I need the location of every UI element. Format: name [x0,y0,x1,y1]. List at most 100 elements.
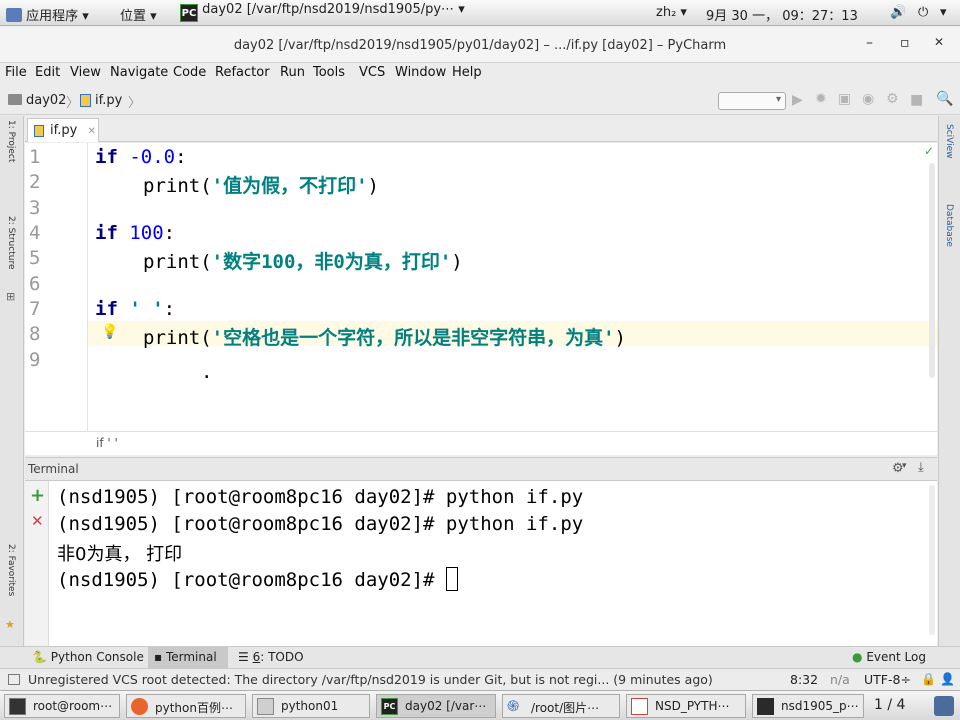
applications-icon [6,8,22,22]
minimize-button[interactable]: – [866,35,873,51]
taskbar-item-files[interactable]: python01 [252,694,370,718]
file-encoding[interactable]: UTF-8÷ [864,672,911,687]
menu-help[interactable]: Help [452,65,482,80]
left-tool-strip: 1: Project 2: Structure ⊞ 2: Favorites ★ [0,116,24,646]
taskbar-item-firefox[interactable]: python百例⋯ [126,694,246,718]
chevron-down-icon: ▾ [680,5,687,20]
event-log-icon: ● [852,650,863,664]
terminal-scrollbar[interactable] [929,485,935,635]
python-console-label: Python Console [50,650,144,664]
menu-refactor[interactable]: Refactor [215,65,270,80]
code-editor[interactable]: 1 2 3 4 5 6 7 8 9 if -0.0: print('值为假，不打… [25,143,937,431]
input-method-indicator[interactable]: zh₂ ▾ [656,5,687,20]
taskbar-item-label: python百例⋯ [155,701,233,715]
breadcrumb-file[interactable]: if.py [95,93,122,108]
menu-navigate[interactable]: Navigate [110,65,168,80]
debug-icon[interactable]: ✹ [815,91,827,107]
editor-tabs: if.py ✕ [25,116,937,142]
clock[interactable]: 9月 30 一， 09：27：13 [706,5,858,24]
lock-icon[interactable]: 🔒 [921,672,936,686]
menu-vcs[interactable]: VCS [359,65,385,80]
menu-run[interactable]: Run [280,65,305,80]
applications-menu[interactable]: 应用程序 ▾ [6,5,89,24]
active-window-menu[interactable]: PC day02 [/var/ftp/nsd2019/nsd1905/py⋯ ▾ [180,2,465,22]
code-line-8: print('空格也是一个字符，所以是非空字符串，为真') [143,323,626,350]
editor-tab-if-py[interactable]: if.py ✕ [27,118,99,142]
workspace-pager[interactable]: 1 / 4 [874,697,905,713]
python-console-tab[interactable]: 🐍 Python Console [26,647,150,668]
todo-tab[interactable]: ☰ 6: TODO [232,647,310,668]
line-number-gutter: 1 2 3 4 5 6 7 8 9 [25,143,88,431]
terminal-line: (nsd1905) [root@room8pc16 day02]# python… [57,486,584,508]
window-title: day02 [/var/ftp/nsd2019/nsd1905/py01/day… [233,38,727,53]
caret-position[interactable]: 8:32 [790,672,818,687]
terminal-title: Terminal [28,462,79,476]
structure-tool-button[interactable]: 2: Structure [6,216,16,270]
status-toggle-icon[interactable] [8,674,20,685]
editor-scrollbar[interactable] [929,163,935,378]
number-literal: 100 [129,222,164,244]
lightbulb-icon[interactable]: 💡 [101,324,118,340]
coverage-icon[interactable]: ▣ [838,91,851,107]
structure-icon: ⊞ [6,290,16,303]
stop-icon[interactable]: ■ [910,92,923,108]
taskbar-item-pycharm[interactable]: PC day02 [/var⋯ [376,694,496,718]
menu-code[interactable]: Code [173,65,206,80]
event-log-tab[interactable]: ● Event Log [846,647,932,668]
menu-file[interactable]: File [5,65,27,80]
volume-icon[interactable]: 🔊 [890,5,906,20]
line-number: 3 [29,197,41,219]
run-config-select[interactable]: ▾ [718,92,786,110]
terminal-body[interactable]: + ✕ (nsd1905) [root@room8pc16 day02]# py… [25,481,937,646]
sciview-tool-button[interactable]: SciView [944,124,954,159]
profile-icon[interactable]: ◉ [862,91,874,107]
string-literal: ' ' [129,298,164,320]
power-icon[interactable]: ⏻ [918,5,928,20]
favorites-tool-button[interactable]: 2: Favorites [6,544,16,596]
function-call: print( [143,327,212,349]
python-file-icon [34,125,44,137]
check-icon: ✓ [924,144,935,158]
database-tool-button[interactable]: Database [944,204,954,247]
status-message[interactable]: Unregistered VCS root detected: The dire… [28,672,713,687]
hide-icon[interactable]: ⤓ [918,460,924,475]
run-icon[interactable]: ▶ [792,92,803,108]
terminal-prompt-line: (nsd1905) [root@room8pc16 day02]# [57,567,458,591]
places-menu[interactable]: 位置 ▾ [120,5,157,24]
terminal-tab[interactable]: ▪ Terminal [148,647,228,668]
taskbar-item-image-viewer[interactable]: ֍ /root/图片⋯ [502,694,620,718]
window-title-bar: day02 [/var/ftp/nsd2019/nsd1905/py01/day… [0,27,960,63]
function-call: print( [143,175,212,197]
close-session-icon[interactable]: ✕ [31,512,44,530]
maximize-button[interactable]: ▫ [900,35,910,51]
project-tool-button[interactable]: 1: Project [6,120,16,162]
chevron-down-icon[interactable]: ▾ [902,461,907,471]
search-icon[interactable]: 🔍 [936,91,953,107]
close-icon[interactable]: ✕ [87,126,95,137]
line-number: 6 [29,273,41,295]
inspector-icon[interactable]: 👤 [940,672,955,686]
navigation-bar: day02 〉 if.py 〉 ▾ ▶ ✹ ▣ ◉ ⚙ ■ 🔍 [0,87,960,115]
concurrency-icon[interactable]: ⚙ [886,91,899,107]
menu-edit[interactable]: Edit [35,65,60,80]
menu-bar: File Edit View Navigate Code Refactor Ru… [0,63,960,85]
breadcrumb-if-statement[interactable]: if ' ' [96,436,118,450]
taskbar-item-nsd1905[interactable]: nsd1905_p⋯ [752,694,864,718]
menu-window[interactable]: Window [395,65,446,80]
taskbar-item-document[interactable]: NSD_PYTH⋯ [626,694,746,718]
number-literal: -0.0 [129,146,176,168]
input-method-label: zh₂ [656,5,677,20]
code-line-4: if 100: [95,222,175,244]
menu-view[interactable]: View [70,65,101,80]
chevron-down-icon: ▾ [458,2,465,17]
taskbar: root@room⋯ python百例⋯ python01 PC day02 [… [0,690,960,720]
new-session-icon[interactable]: + [30,485,45,506]
breadcrumb-folder[interactable]: day02 [26,93,66,108]
workspace-icon[interactable] [934,696,954,716]
close-button[interactable]: ✕ [934,35,944,49]
menu-tools[interactable]: Tools [313,65,345,80]
keyword: if [95,298,118,320]
taskbar-item-terminal[interactable]: root@room⋯ [4,694,120,718]
chevron-down-icon[interactable]: ▾ [940,5,947,20]
line-separator[interactable]: n/a [830,672,850,687]
